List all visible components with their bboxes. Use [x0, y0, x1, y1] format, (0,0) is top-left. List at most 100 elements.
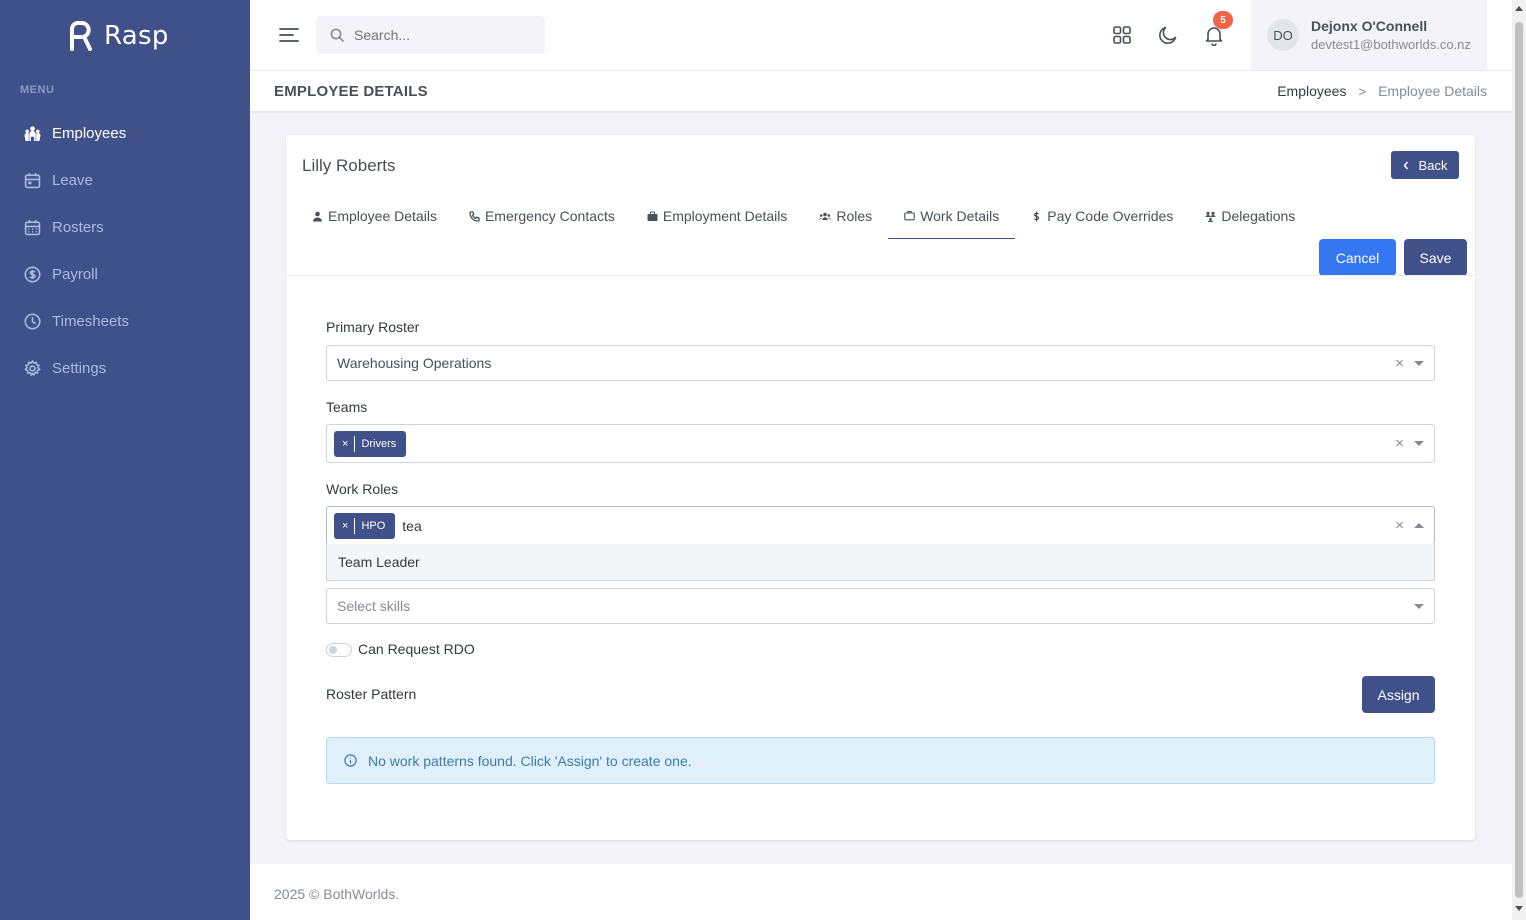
primary-roster-value: Warehousing Operations — [337, 355, 492, 371]
assign-button[interactable]: Assign — [1362, 676, 1435, 713]
apps-grid-icon[interactable] — [1111, 24, 1133, 46]
phone-icon — [469, 210, 480, 222]
user-profile[interactable]: DO Dejonx O'Connell devtest1@bothworlds.… — [1251, 0, 1487, 70]
sidebar: Rasp MENU Employees Leave Rosters Payrol… — [0, 0, 250, 920]
logo[interactable]: Rasp — [68, 20, 169, 52]
user-icon — [313, 211, 322, 221]
dropdown-option-team-leader[interactable]: Team Leader — [326, 544, 1435, 581]
avatar: DO — [1267, 19, 1299, 51]
tab-delegations[interactable]: Delegations — [1189, 193, 1311, 239]
tab-label: Emergency Contacts — [484, 208, 615, 224]
tab-emergency-contacts[interactable]: Emergency Contacts — [453, 193, 631, 239]
skills-placeholder: Select skills — [337, 598, 411, 614]
hamburger-menu-icon[interactable] — [278, 24, 300, 46]
sidebar-item-timesheets[interactable]: Timesheets — [0, 298, 250, 345]
work-role-chip: × HPO — [334, 512, 396, 539]
tab-label: Delegations — [1221, 208, 1296, 224]
clear-icon[interactable]: × — [1395, 435, 1404, 452]
user-info: Dejonx O'Connell devtest1@bothworlds.co.… — [1311, 18, 1471, 52]
teams-select[interactable]: × Drivers × — [326, 424, 1435, 463]
sidebar-item-leave[interactable]: Leave — [0, 157, 250, 204]
page-title: EMPLOYEE DETAILS — [274, 83, 428, 100]
tab-employment-details[interactable]: Employment Details — [631, 193, 804, 239]
chevron-down-icon[interactable] — [1414, 360, 1424, 366]
tab-label: Employment Details — [662, 208, 788, 224]
calendar-icon — [24, 172, 41, 189]
skills-select[interactable]: Select skills — [326, 588, 1435, 624]
info-icon — [344, 754, 357, 767]
remove-chip-icon[interactable]: × — [334, 517, 356, 534]
work-roles-select[interactable]: × HPO tea × — [326, 506, 1435, 545]
scroll-up-arrow-icon[interactable] — [1515, 6, 1523, 11]
dollar-icon — [1034, 211, 1040, 221]
tab-pay-code-overrides[interactable]: Pay Code Overrides — [1015, 193, 1189, 239]
user-email: devtest1@bothworlds.co.nz — [1311, 37, 1471, 52]
chevron-down-icon[interactable] — [1414, 603, 1424, 609]
alert-text: No work patterns found. Click 'Assign' t… — [368, 752, 692, 769]
tab-label: Work Details — [920, 207, 1000, 224]
sidebar-item-settings[interactable]: Settings — [0, 345, 250, 392]
sidebar-item-label: Timesheets — [52, 313, 129, 330]
breadcrumb-employees[interactable]: Employees — [1277, 83, 1346, 99]
work-roles-label: Work Roles — [326, 481, 399, 497]
topbar: 5 DO Dejonx O'Connell devtest1@bothworld… — [250, 0, 1512, 71]
roster-pattern-label: Roster Pattern — [326, 686, 417, 702]
sidebar-nav: Employees Leave Rosters Payroll Timeshee… — [0, 110, 250, 392]
chevron-up-icon[interactable] — [1414, 523, 1424, 528]
clear-icon[interactable]: × — [1395, 355, 1404, 372]
primary-roster-label: Primary Roster — [326, 319, 420, 335]
calendar-grid-icon — [24, 219, 41, 236]
scroll-thumb[interactable] — [1515, 22, 1523, 898]
tab-work-details[interactable]: Work Details — [888, 193, 1016, 239]
toggle-knob — [329, 646, 337, 654]
remove-chip-icon[interactable]: × — [334, 435, 356, 452]
detail-tabs: Employee Details Emergency Contacts Empl… — [296, 193, 1311, 239]
gear-icon — [24, 360, 41, 377]
clear-icon[interactable]: × — [1395, 517, 1404, 534]
page-scrollbar[interactable] — [1512, 0, 1526, 920]
sidebar-item-label: Employees — [52, 125, 127, 142]
work-roles-search-input[interactable]: tea — [402, 518, 421, 534]
logo-icon — [70, 21, 92, 51]
footer-copyright: 2025 © BothWorlds. — [274, 886, 400, 902]
delegation-icon — [1205, 211, 1216, 222]
sidebar-item-label: Rosters — [52, 219, 104, 236]
sidebar-item-label: Settings — [52, 360, 107, 377]
search-icon — [330, 28, 344, 42]
search-input[interactable] — [354, 27, 524, 43]
page-title-bar: EMPLOYEE DETAILS Employees > Employee De… — [250, 71, 1512, 111]
info-alert: No work patterns found. Click 'Assign' t… — [326, 737, 1435, 784]
tab-employee-details[interactable]: Employee Details — [296, 193, 453, 239]
clock-icon — [24, 313, 41, 330]
teams-label: Teams — [326, 399, 368, 415]
dark-mode-moon-icon[interactable] — [1157, 24, 1179, 46]
primary-roster-select[interactable]: Warehousing Operations × — [326, 345, 1435, 381]
save-button[interactable]: Save — [1404, 239, 1467, 276]
sidebar-item-label: Leave — [52, 172, 93, 189]
chevron-down-icon[interactable] — [1414, 441, 1424, 446]
scroll-down-arrow-icon[interactable] — [1515, 906, 1523, 911]
sidebar-item-rosters[interactable]: Rosters — [0, 204, 250, 251]
breadcrumb-current: Employee Details — [1378, 83, 1487, 99]
search-box[interactable] — [316, 16, 545, 54]
team-chip: × Drivers — [334, 430, 407, 457]
back-label: Back — [1418, 157, 1448, 173]
can-request-rdo-label: Can Request RDO — [358, 641, 475, 657]
employee-card: Lilly Roberts Back Employee Details Emer… — [286, 135, 1475, 840]
sidebar-item-employees[interactable]: Employees — [0, 110, 250, 157]
back-button[interactable]: Back — [1391, 151, 1459, 179]
dollar-circle-icon — [24, 266, 41, 283]
cancel-button[interactable]: Cancel — [1319, 239, 1396, 276]
footer: 2025 © BothWorlds. — [250, 864, 1512, 920]
notification-badge: 5 — [1213, 11, 1233, 29]
tab-roles[interactable]: Roles — [803, 193, 888, 239]
sidebar-item-payroll[interactable]: Payroll — [0, 251, 250, 298]
chip-label: HPO — [361, 519, 386, 532]
breadcrumb: Employees > Employee Details — [1277, 83, 1487, 99]
group-icon — [819, 212, 832, 220]
can-request-rdo-toggle[interactable] — [326, 643, 352, 657]
user-name: Dejonx O'Connell — [1311, 18, 1428, 34]
chevron-left-icon — [1403, 161, 1408, 169]
people-icon — [24, 125, 41, 142]
tab-label: Pay Code Overrides — [1047, 208, 1174, 224]
